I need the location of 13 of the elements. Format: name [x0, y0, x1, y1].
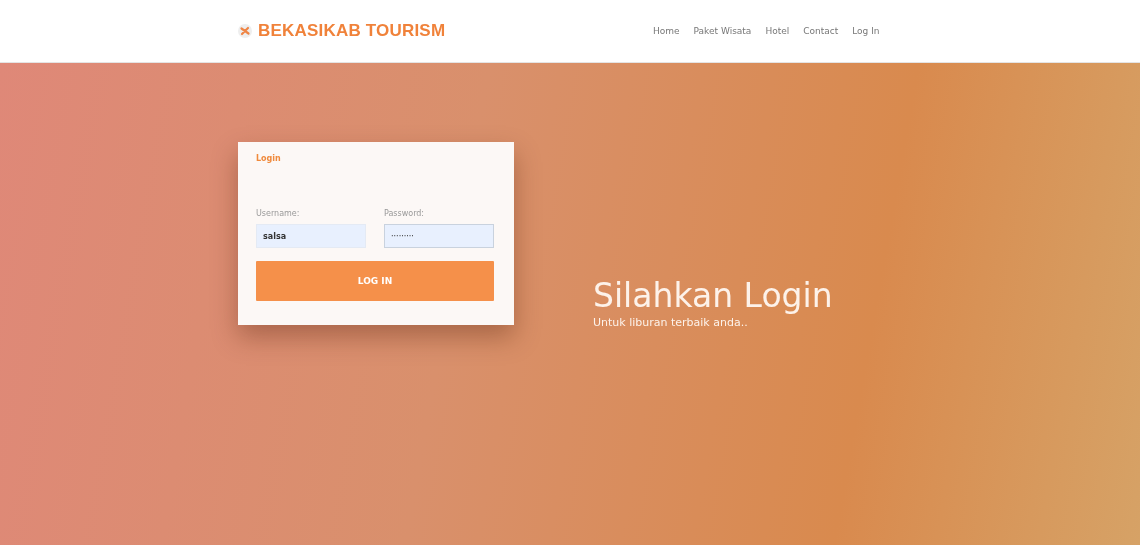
nav-link[interactable]: Hotel — [765, 26, 790, 36]
card-title: Login — [256, 154, 282, 163]
username-field[interactable]: salsa — [256, 224, 366, 248]
nav-link[interactable]: Paket Wisata — [693, 26, 752, 36]
field-label: Password: — [384, 209, 426, 218]
nav-link[interactable]: Contact — [803, 26, 839, 36]
brand-name[interactable]: BEKASIKAB TOURISM — [258, 21, 446, 41]
field-label: Username: — [256, 209, 301, 218]
hero-subtitle: Untuk liburan terbaik anda.. — [593, 316, 749, 329]
nav-link[interactable]: Home — [653, 26, 680, 36]
nav-link[interactable]: Log In — [852, 26, 880, 36]
password-field[interactable]: ········· — [384, 224, 494, 248]
hero-title: Silahkan Login — [593, 276, 833, 315]
